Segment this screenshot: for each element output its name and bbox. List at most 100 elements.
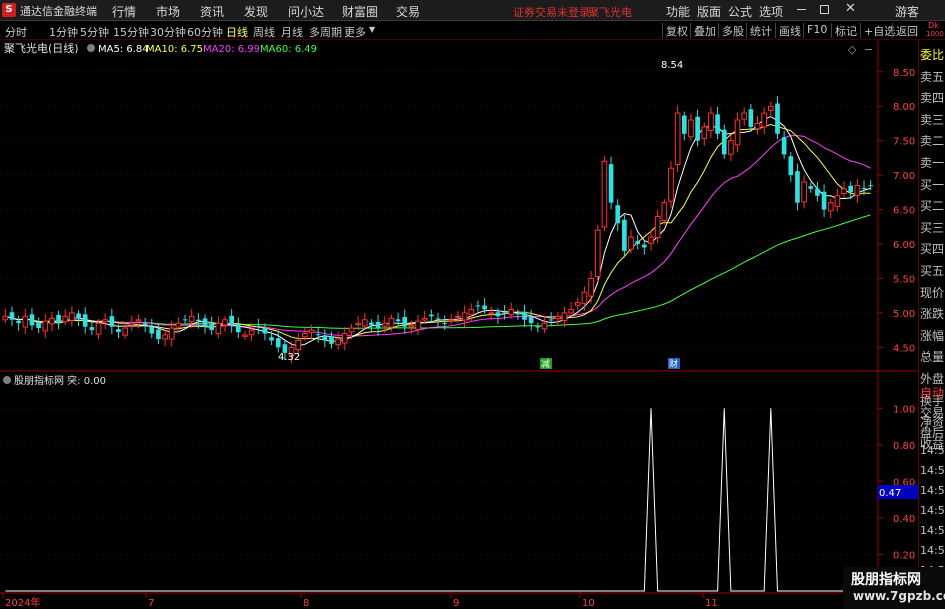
candle-body-down <box>442 323 447 325</box>
minus-icon[interactable]: − <box>864 43 873 56</box>
back-button[interactable]: 返回 <box>892 23 918 38</box>
period-1min[interactable]: 1分钟 <box>49 24 78 40</box>
order-panel-label: 卖一 <box>920 156 945 170</box>
candle-body-down <box>196 319 201 322</box>
candle-body-down <box>329 336 334 344</box>
candle-body-up <box>308 329 315 333</box>
candle-body-up <box>348 327 355 333</box>
restore-icon[interactable] <box>820 5 829 14</box>
candle-body-up <box>381 322 388 327</box>
candle-body-down <box>848 185 854 193</box>
candle-body-up <box>128 322 135 326</box>
biaoji-button[interactable]: 标记 <box>831 23 857 38</box>
order-panel-label: 卖四 <box>920 91 945 106</box>
candle-body-up <box>854 184 861 196</box>
candle-body-up <box>42 320 49 332</box>
candle-body-down <box>156 329 161 340</box>
menu-youke[interactable]: 游客 <box>895 3 919 20</box>
candle-body-down <box>202 318 208 327</box>
period-daily[interactable]: 日线 <box>226 24 248 40</box>
fuquan-button[interactable]: 复权 <box>662 23 688 38</box>
menu-jiaoyi[interactable]: 交易 <box>396 3 420 20</box>
sub-pane-settings-icon[interactable] <box>3 376 11 384</box>
candle-body-down <box>262 327 268 334</box>
period-monthly[interactable]: 月线 <box>281 24 303 40</box>
period-multi[interactable]: 多周期 <box>309 24 342 40</box>
candle-body-up <box>102 319 109 323</box>
trade-time-label: 交易 <box>920 406 945 420</box>
pane-settings-icon[interactable] <box>87 44 95 52</box>
candle-body-up <box>688 119 694 138</box>
candle-body-down <box>815 188 820 196</box>
diamond-icon[interactable]: ◇ <box>848 43 857 56</box>
candle-body-up <box>568 308 574 314</box>
order-panel-label: 委比 <box>920 48 945 62</box>
menu-gongneng[interactable]: 功能 <box>666 3 690 20</box>
menu-faxian[interactable]: 发现 <box>244 3 268 20</box>
menu-caifuquan[interactable]: 财富圈 <box>342 3 378 20</box>
price-tick-label: 4.50 <box>893 343 915 354</box>
diejia-button[interactable]: 叠加 <box>690 23 716 38</box>
period-weekly[interactable]: 周线 <box>253 24 275 40</box>
sub-pane-title: 股朋指标网 突: 0.00 <box>14 374 106 387</box>
cursor-value: 0.47 <box>879 488 901 499</box>
candle-body-up <box>302 333 308 338</box>
order-panel-label: 现价 <box>920 285 945 300</box>
candle-body-down <box>435 318 441 320</box>
f10-button[interactable]: F10 <box>803 23 827 38</box>
candle-body-up <box>335 338 341 346</box>
ma60-line <box>5 214 871 329</box>
chart-area[interactable]: 8.50 8.00 7.50 7.00 6.50 6.00 5.50 5.00 4.50 1.0… <box>0 40 945 609</box>
candle-body-up <box>122 327 128 336</box>
candle-body-up <box>628 236 634 250</box>
huaxian-button[interactable]: 画线 <box>775 23 801 38</box>
indicator-line <box>5 408 871 592</box>
candle-body-down <box>255 326 261 328</box>
period-more[interactable]: 更多 <box>344 24 366 40</box>
menu-shichang[interactable]: 市场 <box>156 3 180 20</box>
menu-banmian[interactable]: 版面 <box>697 3 721 20</box>
period-30min[interactable]: 30分钟 <box>150 24 186 40</box>
candle-body-down <box>502 312 507 314</box>
menu-gongshi[interactable]: 公式 <box>728 3 752 20</box>
candle-body-down <box>109 316 115 327</box>
candle-body-down <box>395 319 401 322</box>
candle-body-up <box>69 312 75 321</box>
candle-body-up <box>448 319 455 322</box>
duogu-button[interactable]: 多股 <box>718 23 744 38</box>
period-5min[interactable]: 5分钟 <box>80 24 109 40</box>
candle-body-down <box>315 334 321 336</box>
trade-time-label: 14:56 <box>920 484 945 497</box>
login-warning[interactable]: 证券交易未登录 <box>513 4 590 20</box>
time-labels: 2024年 7 8 9 10 11 <box>2 593 718 609</box>
kline-chart[interactable]: 8.50 8.00 7.50 7.00 6.50 6.00 5.50 5.00 4.50 1.0… <box>0 40 918 609</box>
tongji-button[interactable]: 统计 <box>746 23 772 38</box>
add-favorite-button[interactable]: +自选 <box>860 23 895 38</box>
candle-body-up <box>827 202 834 212</box>
candle-body-up <box>654 215 661 239</box>
time-label: 10 <box>582 598 595 609</box>
menu-hangqing[interactable]: 行情 <box>112 3 136 20</box>
ma60-label: MA60: 6.49 <box>260 44 317 55</box>
candle-body-up <box>95 322 102 335</box>
minimize-icon[interactable] <box>797 9 806 10</box>
menu-zixun[interactable]: 资讯 <box>200 3 224 20</box>
candle-body-up <box>361 319 368 327</box>
period-15min[interactable]: 15分钟 <box>113 24 149 40</box>
price-tick-label: 5.50 <box>893 274 915 285</box>
candle-body-up <box>668 167 674 202</box>
menu-xuanxiang[interactable]: 选项 <box>759 3 783 20</box>
ma5-label: MA5: 6.84 <box>98 44 149 55</box>
ma5-line <box>5 115 871 347</box>
low-annotation: 4.32 <box>278 352 300 363</box>
watermark: 股朋指标网 www.7gpzb.com <box>843 567 945 609</box>
candle-body-up <box>588 277 594 297</box>
period-fenshi[interactable]: 分时 <box>5 24 27 40</box>
chevron-down-icon[interactable]: ▼ <box>369 25 375 34</box>
period-60min[interactable]: 60分钟 <box>187 24 223 40</box>
candle-body-down <box>322 335 328 341</box>
close-icon[interactable]: ✕ <box>845 1 856 16</box>
menu-wenxiaoda[interactable]: 问小达 <box>288 3 324 20</box>
candle-body-up <box>554 315 561 320</box>
marker-jian-label: 减 <box>541 358 550 370</box>
